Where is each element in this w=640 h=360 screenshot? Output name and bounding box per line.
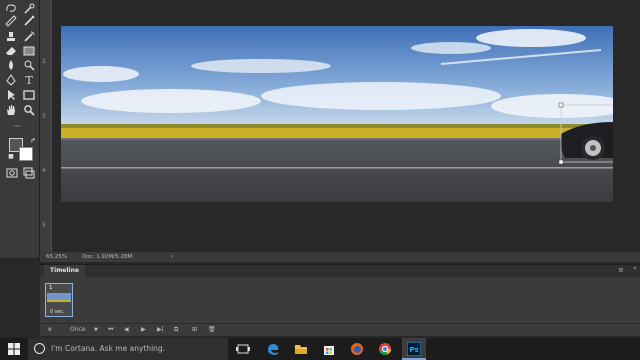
- toolbox: T ··· ↱ ■: [0, 0, 40, 258]
- stamp-tool-icon[interactable]: [4, 30, 18, 44]
- zoom-level[interactable]: 65.25%: [46, 254, 67, 260]
- hand-tool-icon[interactable]: [4, 103, 18, 117]
- swap-colors-icon[interactable]: ↱: [26, 134, 40, 148]
- path-select-tool-icon[interactable]: [4, 88, 18, 102]
- blur-tool-icon[interactable]: [4, 58, 18, 72]
- cortana-icon: [34, 343, 45, 354]
- background-color-swatch[interactable]: [19, 147, 33, 161]
- chrome-icon[interactable]: [378, 342, 392, 356]
- file-explorer-icon[interactable]: [294, 342, 308, 356]
- brush-tool-icon[interactable]: [22, 14, 36, 28]
- convert-timeline-icon[interactable]: ⩸: [48, 326, 52, 334]
- ruler-mark: 4: [42, 167, 46, 174]
- dodge-tool-icon[interactable]: [22, 58, 36, 72]
- cortana-search-box[interactable]: I'm Cortana. Ask me anything.: [28, 338, 228, 360]
- gradient-tool-icon[interactable]: [22, 44, 36, 58]
- start-button[interactable]: [0, 338, 28, 360]
- tab-timeline[interactable]: Timeline: [44, 265, 85, 277]
- rectangle-tool-icon[interactable]: [22, 88, 36, 102]
- play-icon[interactable]: ▶: [141, 326, 146, 333]
- canvas-image[interactable]: [61, 26, 613, 202]
- task-view-icon[interactable]: [236, 342, 250, 356]
- next-frame-icon[interactable]: ▶|: [157, 326, 164, 333]
- ruler-tool-icon[interactable]: [4, 14, 18, 28]
- timeline-controls: ⩸ Once ▼ ⏮ ◀ ▶ ▶| ⧉ ⊞ 🗑: [40, 323, 640, 337]
- duplicate-frame-icon[interactable]: ⊞: [192, 326, 197, 333]
- collapse-panel-icon[interactable]: «: [633, 265, 637, 272]
- panel-menu-icon[interactable]: ≡: [618, 266, 624, 274]
- status-bar: 65.25% Doc: 1.92M/5.28M ›: [40, 252, 640, 262]
- status-menu-arrow-icon[interactable]: ›: [171, 253, 173, 260]
- photoshop-icon: Ps: [407, 342, 421, 356]
- previous-frame-icon[interactable]: ◀: [124, 326, 129, 333]
- ruler-mark: 3: [42, 113, 46, 120]
- default-colors-icon[interactable]: ■: [4, 150, 18, 164]
- type-tool-icon[interactable]: T: [22, 73, 36, 87]
- svg-text:Ps: Ps: [410, 346, 419, 354]
- chevron-down-icon[interactable]: ▼: [94, 327, 98, 333]
- search-placeholder: I'm Cortana. Ask me anything.: [51, 344, 166, 353]
- eraser-tool-icon[interactable]: [4, 44, 18, 58]
- delete-frame-icon[interactable]: 🗑: [208, 326, 216, 333]
- loop-options-select[interactable]: Once: [70, 326, 86, 333]
- timeline-panel: Timeline ≡ « 1 0 sec. ⩸ Once ▼ ⏮ ◀ ▶ ▶| …: [40, 264, 640, 336]
- zoom-tool-icon[interactable]: [22, 103, 36, 117]
- pen-tool-icon[interactable]: [4, 73, 18, 87]
- more-tools-icon[interactable]: ···: [10, 120, 24, 134]
- edge-browser-icon[interactable]: [266, 342, 280, 356]
- ruler-mark: 2: [42, 58, 46, 65]
- screen-mode-icon[interactable]: [22, 166, 36, 180]
- windows-taskbar: I'm Cortana. Ask me anything. Ps: [0, 338, 640, 360]
- vertical-ruler: 2 3 4 5: [40, 0, 52, 252]
- document-size: Doc: 1.92M/5.28M: [82, 254, 133, 260]
- ruler-mark: 5: [42, 222, 46, 229]
- first-frame-icon[interactable]: ⏮: [108, 326, 113, 334]
- frame-thumbnail: [47, 292, 71, 306]
- quick-mask-icon[interactable]: [5, 166, 19, 180]
- document-workspace[interactable]: [52, 0, 640, 252]
- firefox-icon[interactable]: [350, 342, 364, 356]
- photoshop-taskbar-item[interactable]: Ps: [402, 338, 426, 360]
- store-icon[interactable]: [322, 342, 336, 356]
- tween-icon[interactable]: ⧉: [174, 326, 178, 334]
- windows-logo-icon: [8, 343, 20, 355]
- frame-number: 1: [49, 285, 53, 291]
- frame-delay[interactable]: 0 sec.: [50, 309, 65, 315]
- animation-frame[interactable]: 1 0 sec.: [45, 283, 73, 317]
- timeline-tab-bar: Timeline ≡ «: [40, 265, 640, 277]
- history-brush-tool-icon[interactable]: [22, 30, 36, 44]
